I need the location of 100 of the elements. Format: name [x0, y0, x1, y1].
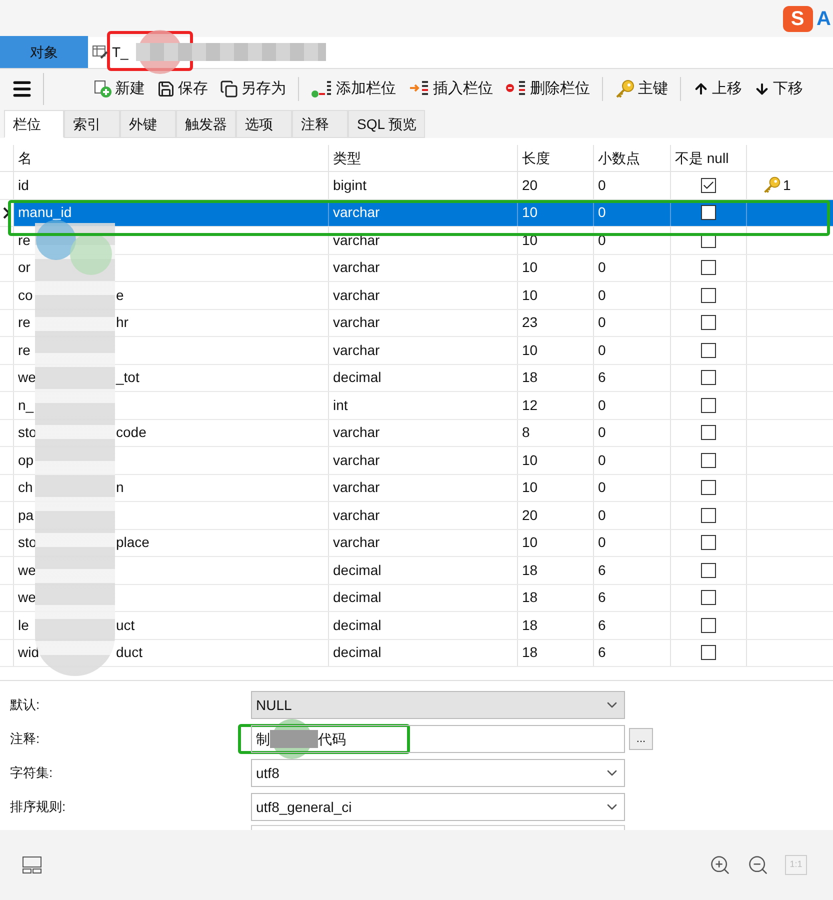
table-cell-text: id: [18, 176, 29, 195]
zoom-in-icon[interactable]: [709, 854, 731, 876]
column-header[interactable]: 名: [14, 145, 329, 171]
checkbox[interactable]: [701, 178, 716, 193]
tab[interactable]: 选项: [236, 110, 292, 138]
table-cell-text: 18: [522, 368, 538, 388]
table-cell-text: decimal: [333, 616, 382, 635]
delete-column-icon: [505, 80, 527, 98]
checkbox[interactable]: [701, 425, 716, 440]
copy-icon: [220, 80, 238, 98]
table-cell-text: varchar: [333, 423, 380, 442]
column-header[interactable]: 小数点: [594, 145, 671, 171]
table-cell-text: varchar: [333, 340, 380, 360]
table-cell-text: 12: [522, 396, 538, 415]
table-cell-text: _tot: [116, 368, 140, 388]
table-cell: ch: [18, 479, 33, 496]
checkbox[interactable]: [701, 205, 716, 220]
table-cell-text: decimal: [333, 368, 382, 388]
table-cell: le: [18, 616, 29, 633]
table-cell-text: e: [116, 286, 124, 305]
save-icon: [157, 80, 175, 98]
toolbar-button[interactable]: 保存: [155, 74, 210, 104]
checkbox[interactable]: [701, 562, 716, 578]
field-label: 排序规则:: [10, 798, 67, 816]
table-cell-text: 10: [522, 203, 538, 222]
ime-mode[interactable]: A: [816, 4, 831, 34]
table-cell-text: varchar: [333, 313, 380, 332]
table-cell-text: 18: [522, 560, 538, 580]
table-cell: sto: [18, 534, 37, 550]
toolbar-button[interactable]: 主键: [613, 74, 670, 104]
dropdown[interactable]: utf8: [251, 759, 625, 787]
toolbar-button[interactable]: 下移: [752, 74, 805, 104]
input-field[interactable]: 制 代码: [251, 725, 625, 753]
toolbar-button[interactable]: 上移: [691, 74, 744, 104]
toolbar-button[interactable]: 添加栏位: [309, 74, 398, 104]
table-cell: re: [18, 314, 30, 330]
table-cell-text: 0: [598, 450, 606, 470]
table-cell-text: re: [18, 340, 30, 360]
checkbox[interactable]: [701, 590, 716, 606]
ellipsis-button[interactable]: ...: [629, 728, 653, 750]
table-cell-text: decimal: [333, 588, 382, 608]
table-row[interactable]: op varchar 10 0: [0, 447, 833, 474]
table-cell-text: 0: [598, 506, 606, 525]
table-cell-text: 0: [598, 176, 606, 195]
checkbox[interactable]: [701, 480, 716, 496]
table-row[interactable]: n_ int 12 0: [0, 392, 833, 420]
table-cell: co: [18, 286, 33, 303]
zoom-out-icon[interactable]: [747, 854, 769, 876]
table-cell-text: op: [18, 450, 34, 470]
tab[interactable]: 索引: [64, 110, 120, 138]
table-cell-text: duct: [116, 643, 142, 662]
tab[interactable]: 栏位: [4, 110, 64, 138]
table-cell-text: varchar: [333, 230, 380, 250]
dropdown[interactable]: utf8_general_ci: [251, 793, 625, 821]
insert-column-icon: [408, 80, 430, 98]
table-cell-text: 20: [522, 176, 538, 195]
column-header[interactable]: 类型: [329, 145, 518, 171]
checkbox[interactable]: [701, 508, 716, 523]
checkbox[interactable]: [701, 398, 716, 413]
checkbox[interactable]: [701, 288, 716, 303]
tab[interactable]: SQL 预览: [348, 110, 426, 138]
table-row[interactable]: we decimal 18 6: [0, 557, 833, 584]
table-cell-text: 0: [598, 340, 606, 360]
column-header[interactable]: 长度: [518, 145, 594, 171]
checkbox[interactable]: [701, 315, 716, 330]
table-cell-text: or: [18, 258, 30, 278]
table-row[interactable]: re varchar 10 0: [0, 337, 833, 364]
table-cell-text: 0: [598, 313, 606, 332]
plus-icon: [94, 80, 112, 98]
toolbar-button[interactable]: 删除栏位: [503, 74, 592, 104]
column-header[interactable]: 不是 null: [671, 145, 747, 171]
checkbox[interactable]: [701, 618, 716, 633]
table-row[interactable]: co e varchar 10 0: [0, 282, 833, 310]
table-design-icon: [92, 44, 108, 60]
checkbox[interactable]: [701, 535, 716, 550]
checkbox[interactable]: [701, 452, 716, 468]
toolbar-button[interactable]: 新建: [92, 74, 147, 104]
table-row[interactable]: pa varchar 20 0: [0, 502, 833, 530]
row-pointer-icon: [2, 206, 10, 219]
tab[interactable]: 触发器: [176, 110, 236, 138]
table-cell-text: hr: [116, 313, 128, 332]
checkbox[interactable]: [701, 260, 716, 276]
key-order: 1: [783, 176, 791, 195]
tab[interactable]: 注释: [292, 110, 348, 138]
table-cell-text: 18: [522, 643, 538, 662]
tab[interactable]: 外键: [120, 110, 176, 138]
checkbox[interactable]: [701, 370, 716, 386]
table-row[interactable]: le uct decimal 18 6: [0, 612, 833, 640]
table-cell-text: varchar: [333, 533, 380, 552]
objects-tab[interactable]: 对象: [0, 36, 88, 68]
table-tab[interactable]: T_: [88, 36, 338, 68]
add-column-icon: [311, 80, 333, 98]
toolbar-button[interactable]: 另存为: [218, 74, 288, 104]
layout-panel-icon[interactable]: [22, 856, 42, 874]
menu-icon: [10, 78, 32, 100]
table-cell-text: 0: [598, 423, 606, 442]
checkbox[interactable]: [701, 342, 716, 358]
toolbar-button[interactable]: 插入栏位: [406, 74, 495, 104]
checkbox[interactable]: [701, 645, 716, 660]
table-row[interactable]: id bigint 20 0 1: [0, 172, 833, 200]
